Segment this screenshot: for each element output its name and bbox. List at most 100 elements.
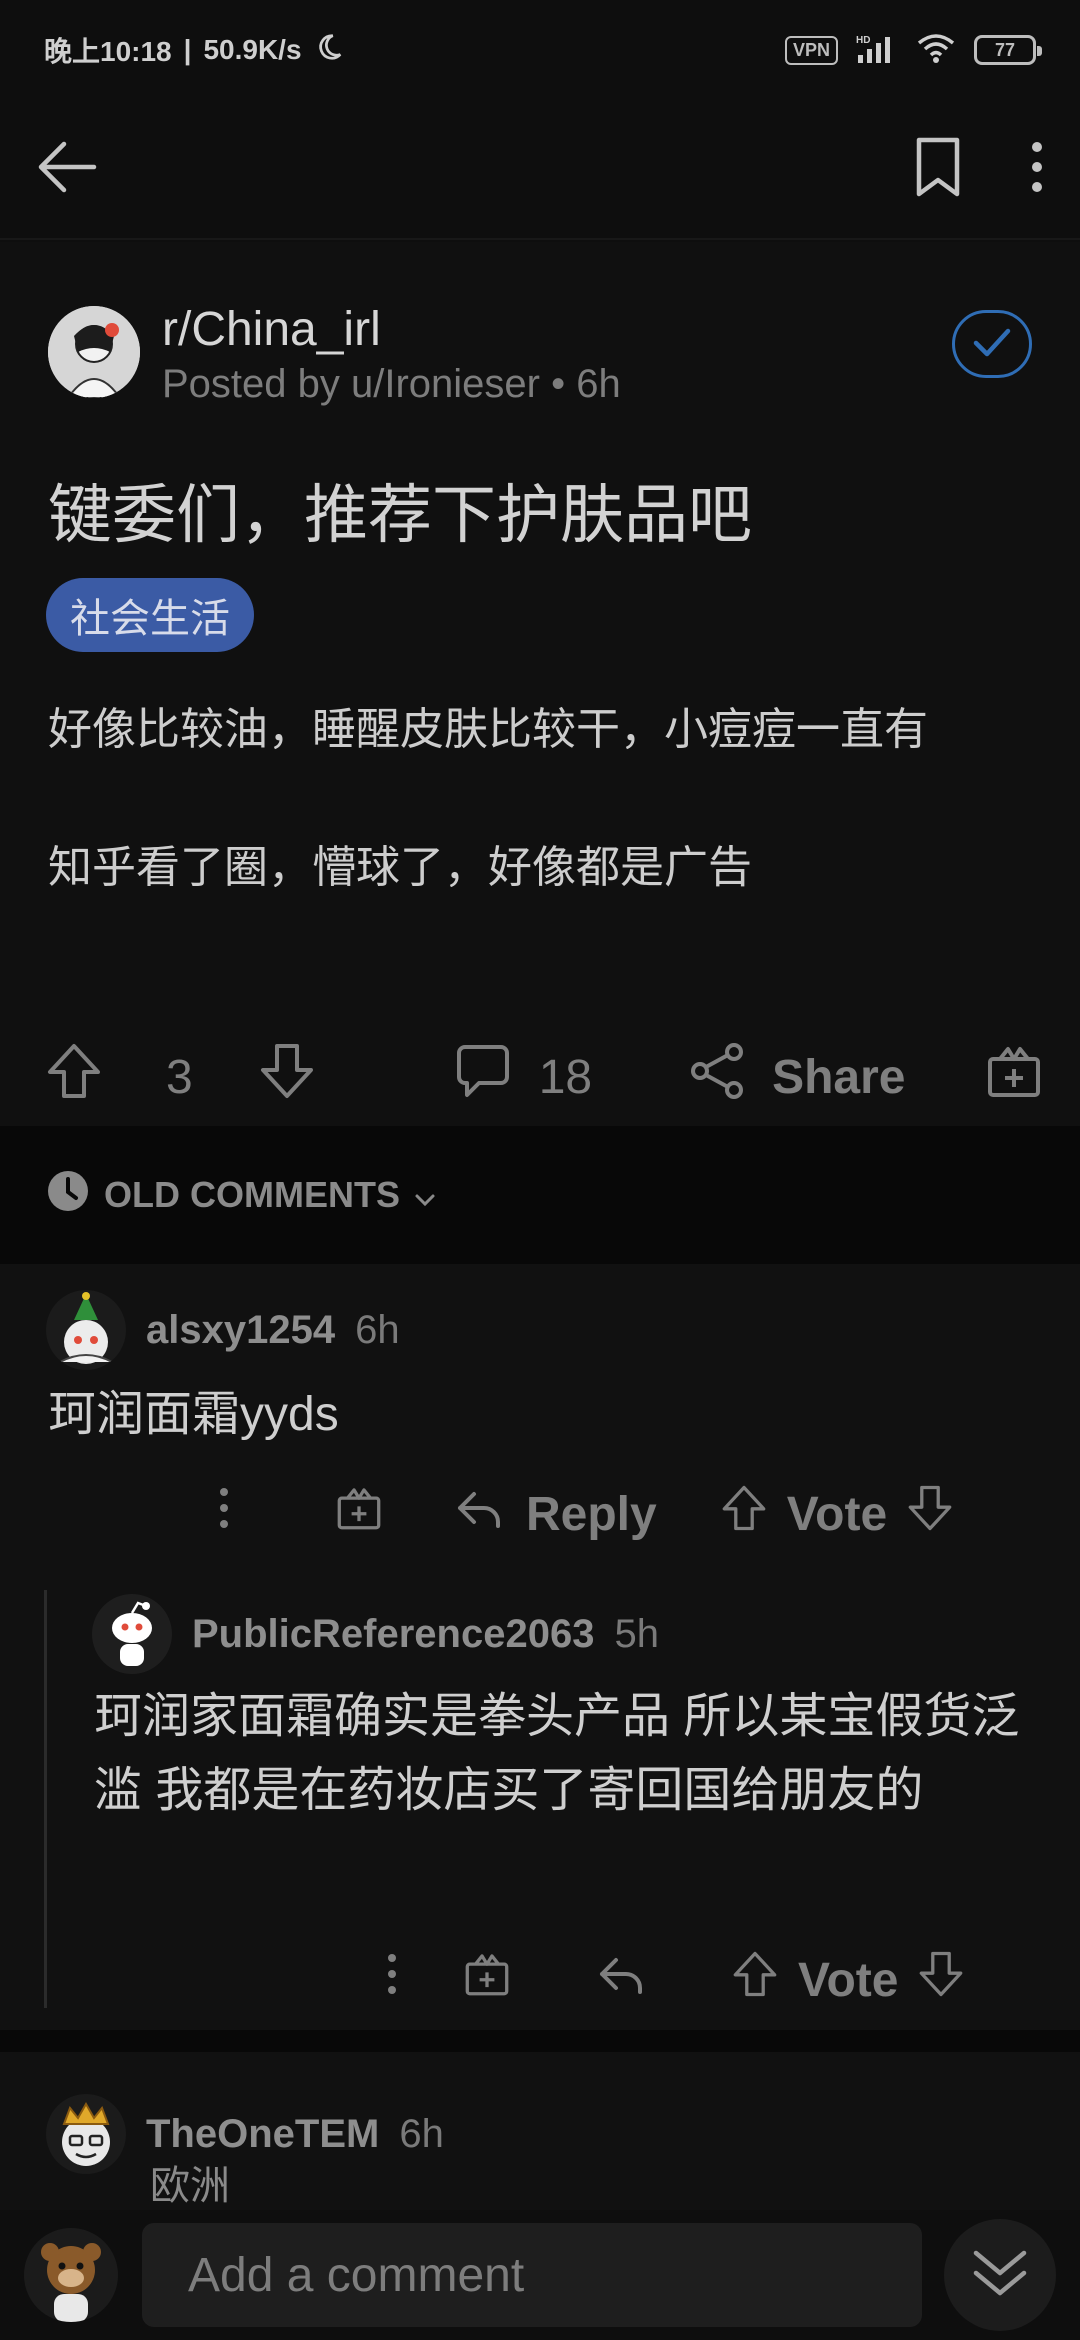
double-chevron-down-icon [970, 2245, 1030, 2306]
post-body-paragraph: 好像比较油，睡醒皮肤比较干，小痘痘一直有 [48, 705, 928, 754]
subreddit-avatar[interactable] [48, 306, 140, 398]
gift-icon [336, 1488, 382, 1542]
more-vertical-icon [218, 1488, 230, 1541]
comments-list: alsxy1254 6h 珂润面霜yyds Reply Vote PublicR… [0, 1264, 1080, 2030]
comment-upvote-button[interactable] [732, 1950, 778, 2010]
comment-header: alsxy1254 6h [46, 1290, 400, 1370]
reply-arrow-icon [456, 1487, 502, 1542]
comment-sort-label: OLD COMMENTS [104, 1174, 400, 1215]
vote-count: 3 [166, 1050, 193, 1104]
battery-indicator: 77 [974, 35, 1042, 65]
chevron-down-icon [414, 1174, 436, 1216]
reply-label: Reply [526, 1487, 657, 1541]
post: r/China_irl Posted by u/Ironieser • 6h 键… [0, 242, 1080, 1126]
comment-sort-selector[interactable]: OLD COMMENTS [0, 1126, 1080, 1264]
comment-body: 珂润家面霜确实是拳头产品 所以某宝假货泛滥 我都是在药妆店买了寄回国给朋友的 [94, 1690, 1020, 1817]
upvote-arrow-icon [46, 1044, 102, 1111]
status-network-speed: 50.9K/s [203, 34, 302, 65]
reply-arrow-icon [598, 1954, 644, 2007]
app-bar [0, 100, 1080, 240]
downvote-arrow-icon [907, 1485, 953, 1543]
award-button[interactable] [986, 1043, 1042, 1111]
gift-icon [464, 1954, 510, 2008]
vpn-badge: VPN [784, 35, 838, 65]
status-time: 晚上10:18 [44, 36, 172, 67]
thread-line[interactable] [44, 1590, 47, 2008]
comment-more-button[interactable] [218, 1486, 230, 1542]
more-vertical-icon [386, 1954, 398, 2007]
moon-icon [314, 32, 344, 69]
comment-composer-bar [0, 2210, 1080, 2340]
comment-bubble-icon [455, 1043, 511, 1111]
bookmark-button[interactable] [914, 136, 962, 203]
comment-username[interactable]: TheOneTEM [146, 2112, 379, 2157]
comment-actions: Vote [386, 1950, 964, 2010]
check-icon [972, 326, 1012, 363]
comment-vote-label: Vote [798, 1953, 899, 2007]
avatar[interactable] [46, 1290, 126, 1370]
back-arrow-icon [36, 136, 98, 203]
downvote-arrow-icon [918, 1951, 964, 2009]
post-action-bar: 3 18 Share [0, 1022, 1080, 1132]
downvote-button[interactable] [259, 1042, 315, 1112]
comment-vote-label: Vote [786, 1487, 888, 1541]
avatar[interactable] [24, 2228, 118, 2322]
comment-header: TheOneTEM 6h [46, 2094, 444, 2174]
upvote-arrow-icon [732, 1951, 778, 2009]
share-button[interactable]: Share [690, 1043, 906, 1111]
avatar[interactable] [46, 2094, 126, 2174]
collapse-thread-button[interactable] [944, 2219, 1056, 2331]
clock-icon [46, 1169, 90, 1222]
joined-button[interactable] [952, 310, 1032, 378]
bookmark-icon [914, 136, 962, 203]
comment-award-button[interactable] [336, 1485, 382, 1543]
signal-icon: HD [856, 33, 898, 68]
comment-downvote-button[interactable] [918, 1950, 964, 2010]
post-header: r/China_irl Posted by u/Ironieser • 6h [48, 302, 1032, 406]
post-body: 好像比较油，睡醒皮肤比较干，小痘痘一直有 知乎看了圈，懵球了，好像都是广告 [48, 692, 1032, 906]
gift-icon [986, 1047, 1042, 1110]
screen: 晚上10:18 | 50.9K/s VPN HD 77 r/China_irl … [0, 0, 1080, 2340]
status-bar: 晚上10:18 | 50.9K/s VPN HD 77 [0, 0, 1080, 100]
comment-time: 6h [355, 1307, 400, 1352]
comments-list-continued: TheOneTEM 6h 欧洲 [0, 2052, 1080, 2224]
comment-downvote-button[interactable] [907, 1484, 953, 1544]
comment-award-button[interactable] [464, 1951, 510, 2009]
upvote-arrow-icon [721, 1485, 767, 1543]
status-right: VPN HD 77 [784, 33, 1042, 68]
comment-time: 5h [614, 1611, 659, 1656]
add-comment-input[interactable] [142, 2223, 922, 2327]
post-flair[interactable]: 社会生活 [46, 578, 254, 652]
comment-count: 18 [538, 1050, 593, 1104]
post-title: 键委们，推荐下护肤品吧 [48, 479, 752, 551]
downvote-arrow-icon [259, 1044, 315, 1111]
comment-reply-button[interactable] [598, 1953, 644, 2008]
upvote-button[interactable] [46, 1042, 102, 1112]
status-separator: | [183, 34, 192, 65]
more-vertical-icon [1030, 140, 1044, 199]
comment-actions: Reply Vote [218, 1484, 953, 1544]
comment-time: 6h [399, 2111, 444, 2156]
comment-body: 欧洲 [150, 2164, 230, 2208]
back-button[interactable] [36, 136, 98, 203]
app-bar-actions [914, 136, 1044, 203]
subreddit-name[interactable]: r/China_irl [162, 302, 381, 357]
post-body-paragraph: 知乎看了圈，懵球了，好像都是广告 [48, 843, 752, 892]
comment-divider [0, 2030, 1080, 2052]
comment-username[interactable]: PublicReference2063 [192, 1612, 594, 1657]
comment-reply-button[interactable]: Reply [456, 1487, 657, 1542]
status-left: 晚上10:18 | 50.9K/s [44, 30, 344, 70]
more-options-button[interactable] [1030, 140, 1044, 199]
comment-header: PublicReference2063 5h [92, 1594, 659, 1674]
avatar[interactable] [92, 1594, 172, 1674]
wifi-icon [916, 33, 956, 68]
comment-more-button[interactable] [386, 1952, 398, 2008]
svg-text:HD: HD [856, 35, 870, 46]
comment-username[interactable]: alsxy1254 [146, 1308, 335, 1353]
share-icon [690, 1043, 744, 1111]
comment-body: 珂润面霜yyds [48, 1388, 339, 1441]
comment-upvote-button[interactable] [721, 1484, 767, 1544]
share-label: Share [772, 1050, 906, 1104]
comments-button[interactable]: 18 [455, 1043, 592, 1111]
posted-by[interactable]: Posted by u/Ironieser • 6h [162, 362, 621, 407]
